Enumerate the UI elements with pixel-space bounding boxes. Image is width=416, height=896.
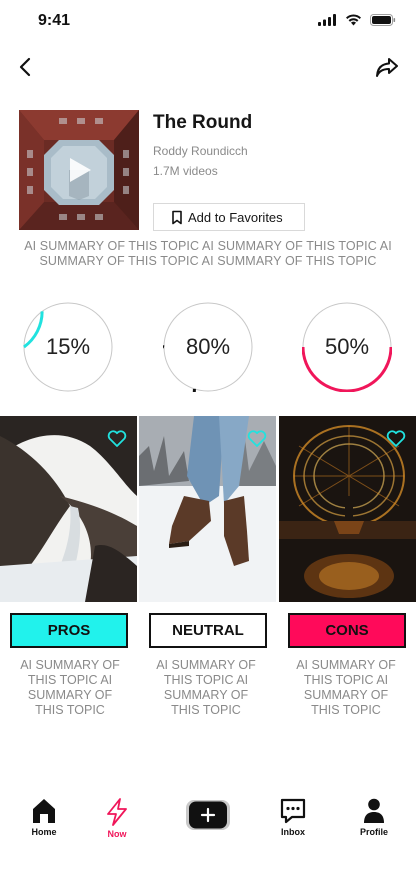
cons-percentage-ring: 50% [301, 302, 393, 393]
video-thumbnails [0, 416, 416, 602]
cellular-signal-icon [318, 14, 336, 26]
neutral-percentage-ring: 80% [104, 302, 253, 435]
cons-summary: AI SUMMARY OF THIS TOPIC AI SUMMARY OF T… [296, 658, 396, 717]
cons-tag-label: CONS [325, 622, 369, 639]
pros-summary: AI SUMMARY OF THIS TOPIC AI SUMMARY OF T… [20, 658, 120, 717]
pros-tag-button[interactable]: PROS [10, 613, 128, 648]
heart-icon[interactable] [107, 430, 127, 448]
cons-percentage: 50% [324, 334, 370, 359]
neutral-percentage: 80% [185, 334, 231, 359]
plus-icon [186, 800, 230, 830]
create-button[interactable] [178, 800, 238, 830]
add-to-favorites-label: Add to Favorites [188, 209, 283, 225]
topic-author[interactable]: Roddy Roundicch [153, 144, 248, 158]
heart-icon[interactable] [247, 430, 267, 448]
neutral-tag-button[interactable]: NEUTRAL [149, 613, 267, 648]
status-bar: 9:41 [0, 0, 416, 44]
neutral-video-thumbnail[interactable] [139, 416, 277, 602]
heart-icon[interactable] [386, 430, 406, 448]
neutral-tag-label: NEUTRAL [172, 622, 244, 639]
tab-inbox[interactable]: Inbox [263, 798, 323, 837]
tab-profile-label: Profile [359, 827, 388, 837]
tab-profile[interactable]: Profile [344, 798, 404, 837]
tab-now-label: Now [107, 829, 127, 839]
pros-video-thumbnail[interactable] [0, 416, 137, 602]
status-icons [318, 14, 396, 26]
wifi-icon [346, 14, 361, 26]
topic-title: The Round [153, 112, 253, 133]
status-time: 9:41 [38, 12, 71, 29]
play-icon[interactable] [68, 157, 92, 183]
lightning-icon [107, 798, 127, 826]
tab-now[interactable]: Now [87, 798, 147, 839]
neutral-summary: AI SUMMARY OF THIS TOPIC AI SUMMARY OF T… [156, 658, 256, 717]
share-arrow-icon[interactable] [374, 54, 400, 80]
tab-home-label: Home [31, 827, 57, 837]
tab-home[interactable]: Home [14, 798, 74, 837]
home-icon [33, 799, 55, 823]
top-navigation [0, 50, 416, 84]
tab-inbox-label: Inbox [281, 827, 305, 837]
cons-video-thumbnail[interactable] [278, 416, 416, 602]
pros-tag-label: PROS [47, 622, 91, 639]
pros-percentage-ring: 15% [23, 302, 113, 392]
bookmark-icon [172, 210, 182, 224]
profile-person-icon [364, 798, 384, 823]
pros-percentage: 15% [45, 334, 91, 359]
add-to-favorites-button[interactable]: Add to Favorites [153, 203, 305, 231]
inbox-chat-icon [280, 798, 306, 824]
topic-summary: AI SUMMARY OF THIS TOPIC AI SUMMARY OF T… [24, 239, 392, 268]
cons-tag-button[interactable]: CONS [288, 613, 406, 648]
topic-cover-image[interactable] [19, 110, 139, 230]
bottom-tab-bar: Home Now Inbox Profile [0, 798, 416, 848]
video-count: 1.7M videos [153, 164, 218, 178]
chevron-left-icon[interactable] [14, 54, 38, 80]
battery-icon [370, 14, 396, 26]
